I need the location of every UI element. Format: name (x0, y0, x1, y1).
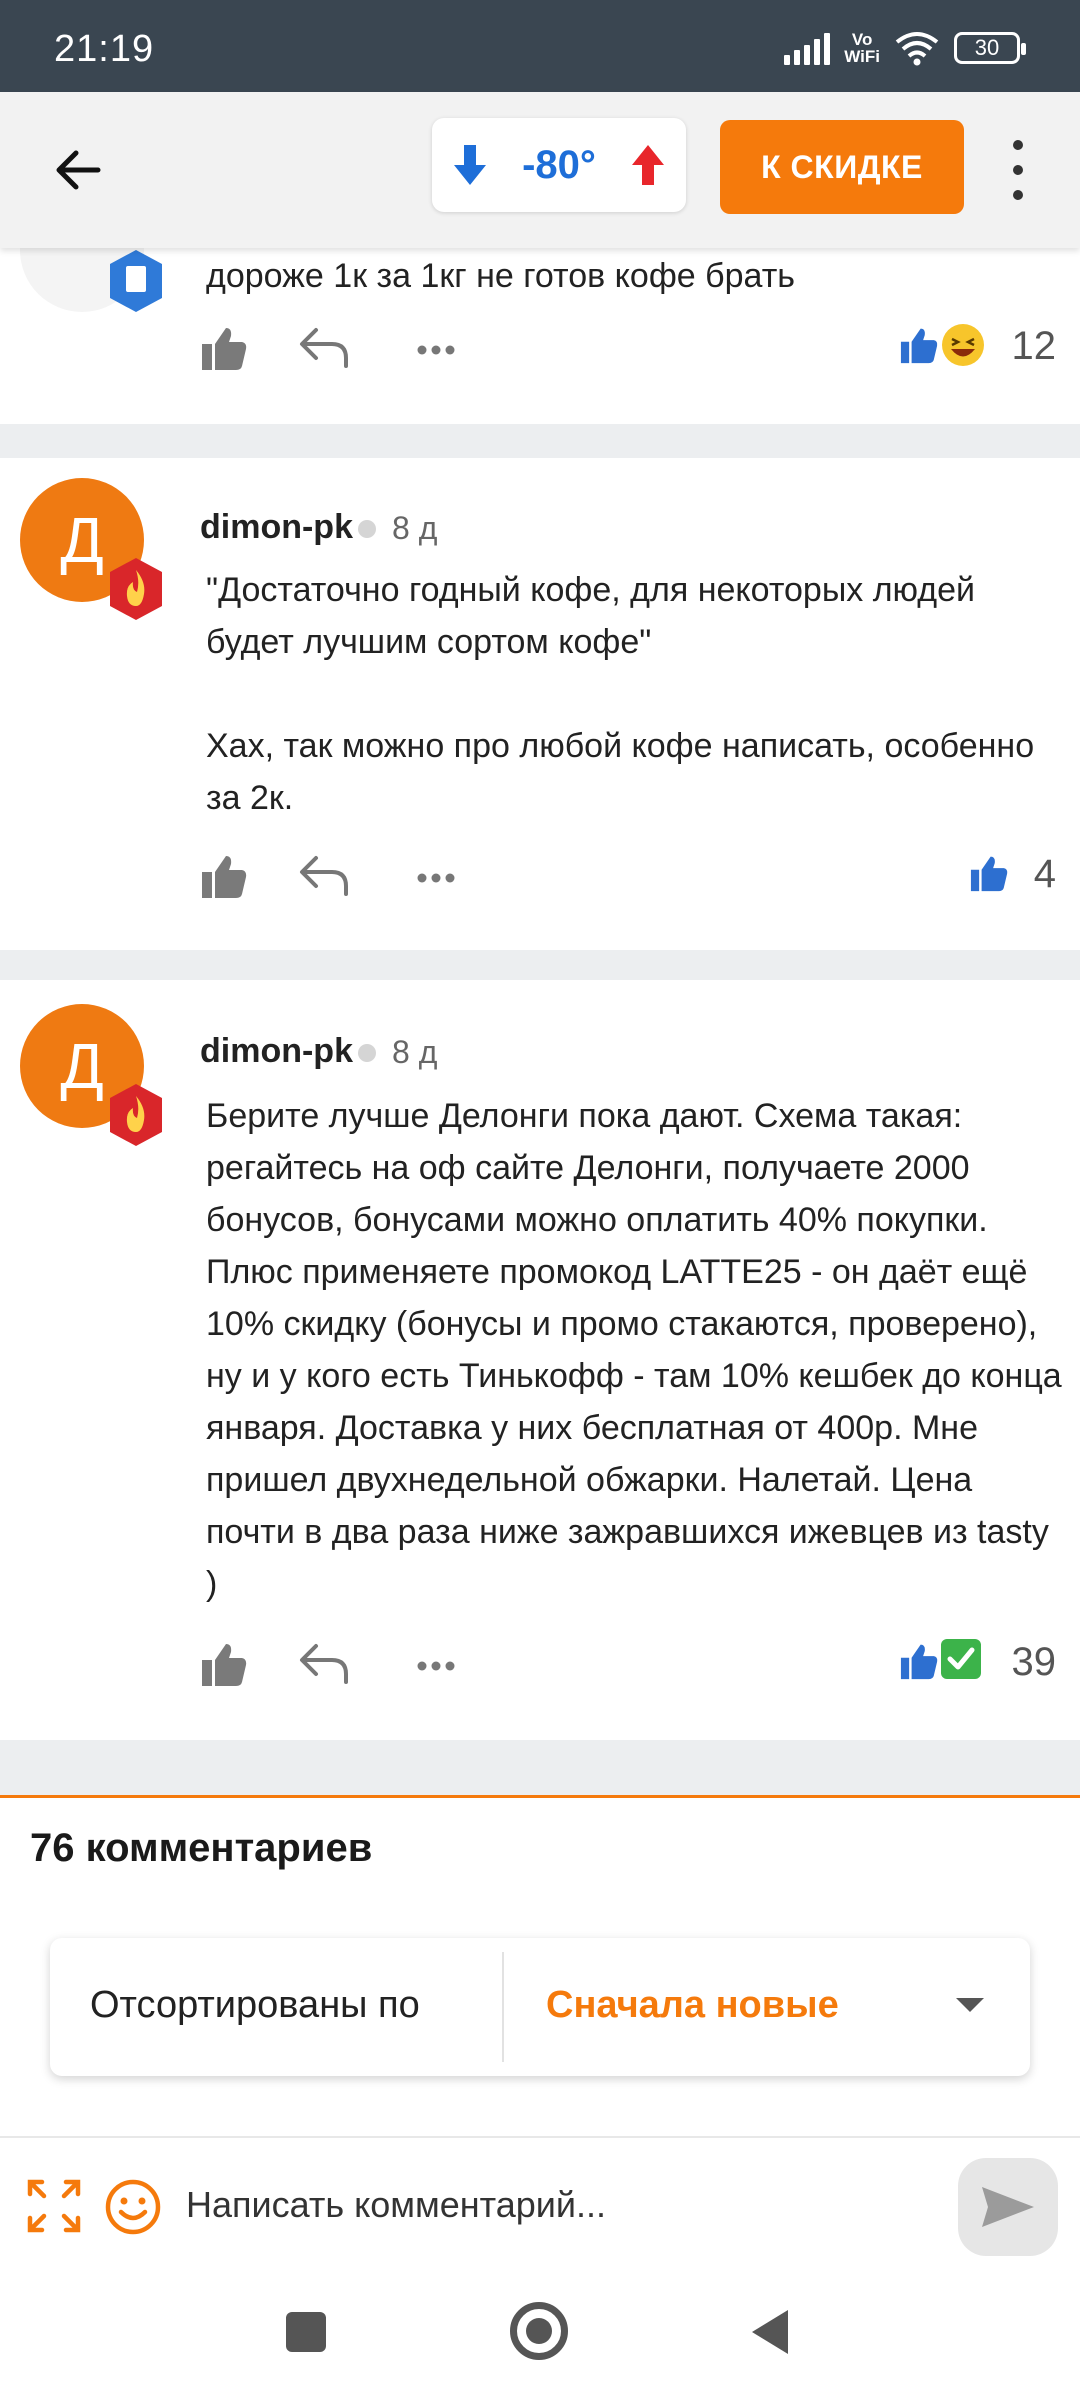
status-time: 21:19 (54, 28, 155, 70)
vowifi-bottom-label: WiFi (844, 47, 880, 66)
thumb-up-reaction-icon (900, 328, 938, 364)
comment-author[interactable]: dimon-pk (200, 1032, 353, 1071)
comment-score: 12 (1011, 324, 1057, 368)
recents-icon[interactable] (286, 2312, 326, 2352)
system-nav-bar (0, 2272, 1080, 2400)
system-back-icon[interactable] (752, 2310, 788, 2354)
sort-selector[interactable]: Отсортированы по Сначала новые (50, 1938, 1030, 2076)
vowifi-top-label: Vo (851, 30, 873, 49)
comment-age: 8 д (392, 1034, 438, 1070)
comment-separator (0, 950, 1080, 980)
app-header: -80° К СКИДКЕ (0, 92, 1080, 248)
wifi-icon (895, 32, 939, 66)
comment-text: Берите лучше Делонги пока дают. Схема та… (206, 1097, 1062, 1603)
signal-icon (784, 31, 831, 65)
sort-divider (502, 1952, 504, 2062)
send-button[interactable] (958, 2158, 1058, 2256)
reply-icon[interactable] (296, 320, 352, 376)
comment-card: Д dimon-pk 8 д "Достаточно годный кофе, … (0, 458, 1080, 950)
more-icon[interactable] (408, 320, 464, 376)
status-bar: 21:19 Vo WiFi 30 (0, 0, 1080, 92)
like-icon[interactable] (196, 320, 252, 376)
sort-value[interactable]: Сначала новые (546, 1984, 839, 2027)
comment-age: 8 д (392, 510, 438, 546)
go-to-deal-button[interactable]: К СКИДКЕ (720, 120, 964, 214)
comment-actions: 12 (196, 320, 1056, 380)
flame-badge-icon (110, 1084, 162, 1146)
comment-actions: 39 (196, 1636, 1056, 1696)
thumb-up-reaction-icon (900, 1644, 938, 1680)
smile-icon[interactable] (104, 2178, 162, 2236)
more-icon[interactable] (408, 848, 464, 904)
laugh-emoji-icon (942, 324, 984, 366)
comment-actions: 4 (196, 848, 1056, 908)
reply-icon[interactable] (296, 848, 352, 904)
more-icon[interactable] (408, 1636, 464, 1692)
comment-separator (0, 424, 1080, 458)
home-icon[interactable] (510, 2302, 568, 2360)
temperature-value: -80° (522, 142, 596, 187)
shield-badge-icon (110, 250, 162, 312)
comment-score: 4 (1033, 852, 1056, 896)
comment-composer: Написать комментарий... (0, 2136, 1080, 2272)
sort-label: Отсортированы по (90, 1984, 420, 2026)
send-icon (982, 2187, 1034, 2227)
comment-separator (0, 1740, 1080, 1795)
comment-score: 39 (1011, 1640, 1057, 1684)
expand-icon[interactable] (26, 2178, 82, 2234)
battery-level: 30 (974, 35, 1000, 60)
comments-count: 76 комментариев (30, 1826, 373, 1870)
status-icons: Vo WiFi 30 (784, 30, 1026, 66)
comment-card: дороже 1к за 1кг не готов кофе брать 12 (0, 188, 1080, 424)
reply-icon[interactable] (296, 1636, 352, 1692)
thumb-up-reaction-icon (970, 856, 1008, 892)
battery-icon: 30 (954, 32, 1026, 64)
like-icon[interactable] (196, 1636, 252, 1692)
separator-dot (358, 1044, 376, 1062)
thumb-down-icon[interactable] (450, 143, 490, 187)
like-icon[interactable] (196, 848, 252, 904)
flame-badge-icon (110, 558, 162, 620)
separator-dot (358, 520, 376, 538)
chevron-down-icon[interactable] (956, 1998, 984, 2012)
vowifi-icon: Vo WiFi (844, 31, 880, 65)
back-arrow-icon[interactable] (48, 140, 108, 200)
comment-input[interactable]: Написать комментарий... (186, 2184, 606, 2226)
more-menu-icon[interactable] (1006, 140, 1030, 200)
comment-text: "Достаточно годный кофе, для некоторых л… (206, 571, 1035, 817)
comment-card: Д dimon-pk 8 д Берите лучше Делонги пока… (0, 980, 1080, 1740)
check-emoji-icon (941, 1639, 981, 1679)
thumb-up-icon[interactable] (628, 143, 668, 187)
temperature-vote: -80° (432, 118, 686, 212)
comment-author[interactable]: dimon-pk (200, 508, 353, 547)
comments-divider (0, 1795, 1080, 1798)
comment-text: дороже 1к за 1кг не готов кофе брать (206, 257, 795, 295)
